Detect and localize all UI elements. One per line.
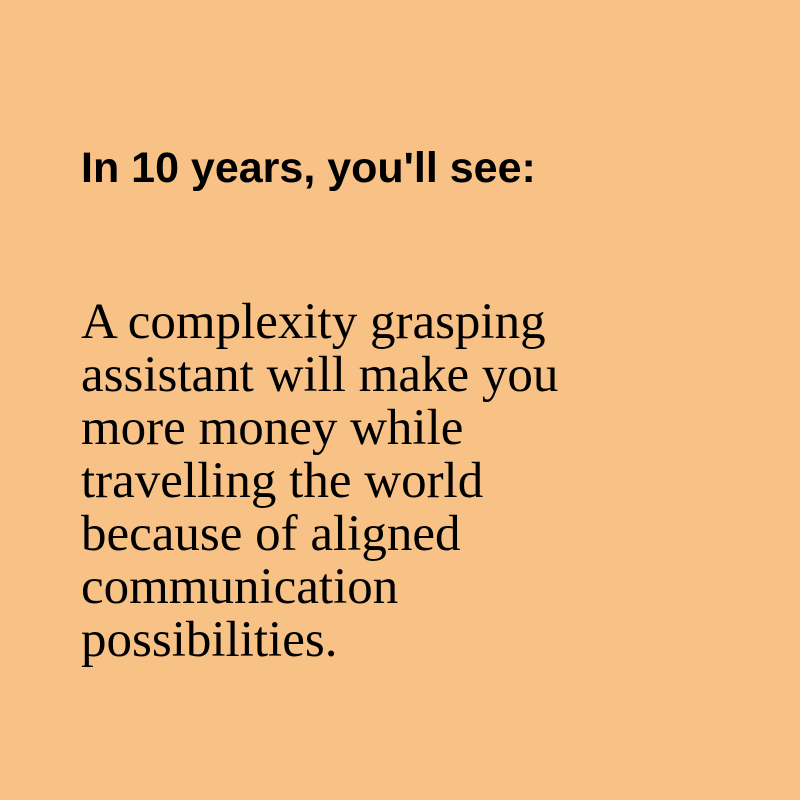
body-line: more money while: [81, 400, 464, 456]
heading: In 10 years, you'll see:: [81, 144, 536, 192]
body-line: possibilities.: [81, 612, 338, 668]
body-line: communication: [81, 559, 399, 615]
body-line: A complexity grasping: [81, 294, 546, 350]
quote-card: In 10 years, you'll see: A complexity gr…: [0, 0, 800, 800]
body-line: because of aligned: [81, 506, 461, 562]
body-line: travelling the world: [81, 453, 484, 509]
body-text: A complexity grasping assistant will mak…: [81, 296, 761, 667]
body-line: assistant will make you: [81, 347, 559, 403]
